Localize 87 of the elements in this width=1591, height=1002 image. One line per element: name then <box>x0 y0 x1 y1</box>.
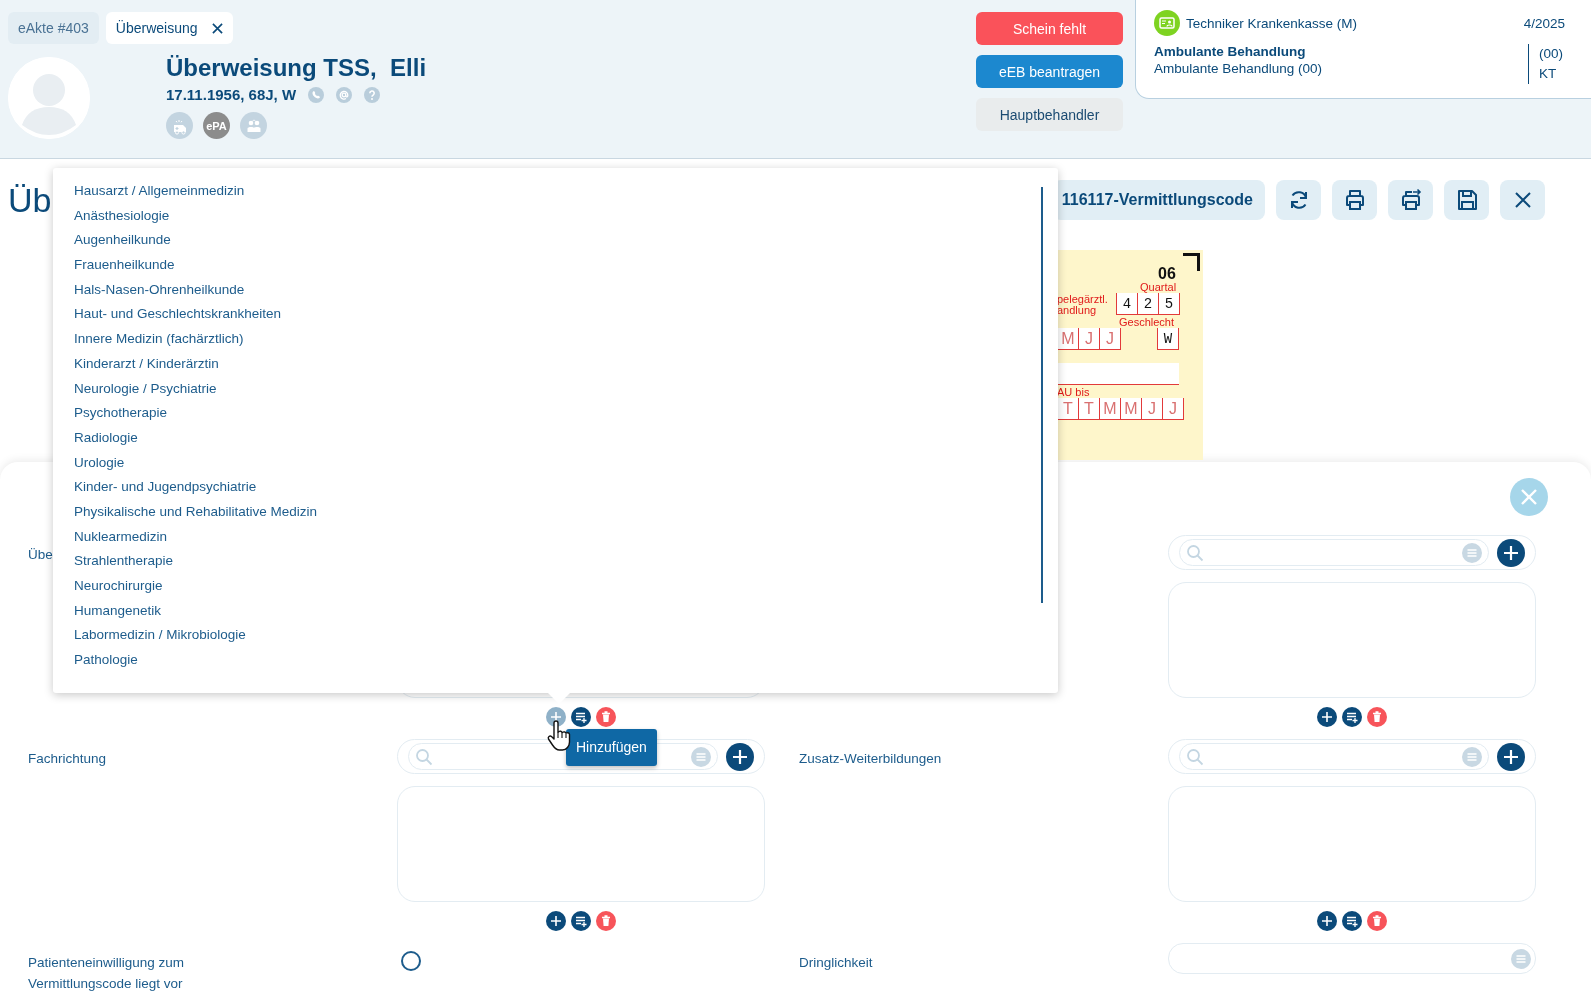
add-button[interactable] <box>1497 538 1525 567</box>
form-box: 4 <box>1116 293 1138 315</box>
dropdown-item[interactable]: Radiologie <box>74 425 144 451</box>
id-card-icon <box>1154 10 1180 36</box>
add-icon[interactable] <box>546 911 566 931</box>
code-text: KT <box>1539 65 1558 83</box>
field-label: Dringlichkeit <box>799 954 873 972</box>
form-box: M <box>1099 398 1121 420</box>
tooltip: Hinzufügen <box>566 729 657 766</box>
form-box: T <box>1057 398 1079 420</box>
form-label: Geschlecht <box>1119 316 1175 328</box>
treatment-title: Ambulante Behandlung <box>1154 44 1307 59</box>
dropdown-item[interactable]: Anästhesiologie <box>74 203 176 229</box>
add-button[interactable] <box>1497 742 1525 771</box>
dropdown-item[interactable]: Kinderarzt / Kinderärztin <box>74 351 225 377</box>
dropdown-item[interactable]: Humangenetik <box>74 598 168 624</box>
form-label: Quartal <box>1140 281 1177 293</box>
dropdown-item[interactable]: Hals-Nasen-Ohrenheilkunde <box>74 277 251 303</box>
form-label: andlung <box>1057 304 1097 316</box>
form-label: pelegärztl. <box>1057 293 1108 305</box>
page-title: Üb <box>8 180 52 220</box>
form-box: J <box>1078 328 1100 350</box>
add-icon[interactable] <box>1317 707 1337 727</box>
scrollbar[interactable] <box>1041 187 1043 603</box>
dropdown-item[interactable]: Kinder- und Jugendpsychiatrie <box>74 475 263 500</box>
select-field[interactable] <box>1168 943 1536 974</box>
form-box: M <box>1120 398 1142 420</box>
quarter-text: 4/2025 <box>1523 15 1565 31</box>
form-number: 06 <box>1158 265 1176 283</box>
form-box: W <box>1157 328 1179 350</box>
save-button[interactable] <box>1444 180 1489 220</box>
list-add-icon[interactable] <box>1342 911 1362 931</box>
print-button[interactable] <box>1332 180 1377 220</box>
radio-button[interactable] <box>401 951 421 971</box>
add-button[interactable] <box>726 742 754 771</box>
action-button[interactable]: Hauptbehandler <box>976 98 1123 131</box>
code-text: (00) <box>1539 45 1564 63</box>
tab[interactable]: Überweisung <box>105 12 233 44</box>
corner-mark <box>1183 253 1200 271</box>
list-add-icon[interactable] <box>571 911 591 931</box>
refresh-button[interactable] <box>1276 180 1321 220</box>
dropdown-item[interactable]: Hausarzt / Allgemeinmedizin <box>74 179 251 204</box>
form-label: AU bis <box>1057 386 1090 398</box>
dropdown-item[interactable]: Neurologie / Psychiatrie <box>74 376 223 402</box>
form-box: T <box>1078 398 1100 420</box>
dropdown-item[interactable]: Innere Medizin (fachärztlich) <box>74 327 250 352</box>
dropdown-item[interactable]: Nuklearmedizin <box>74 524 174 550</box>
form-box: J <box>1141 398 1163 420</box>
form-box: 5 <box>1158 293 1180 315</box>
search-icon <box>1186 543 1204 562</box>
field-label: Übe <box>28 546 53 564</box>
treatment-detail: Ambulante Behandlung (00) <box>1154 60 1323 78</box>
patient-details: 17.11.1956, 68J, W <box>166 86 297 103</box>
field-label: Zusatz-Weiterbildungen <box>799 750 942 768</box>
dropdown-item[interactable]: Psychotherapie <box>74 401 174 426</box>
dropdown-item[interactable]: Urologie <box>74 450 131 476</box>
close-icon[interactable] <box>211 22 223 34</box>
tab[interactable]: eAkte #403 <box>8 12 99 44</box>
trash-icon[interactable] <box>596 707 616 727</box>
dropdown-item[interactable]: Physikalische und Rehabilitative Medizin <box>74 499 324 525</box>
trash-icon[interactable] <box>596 911 616 931</box>
dropdown-item[interactable]: Augenheilkunde <box>74 228 177 254</box>
trash-icon[interactable] <box>1367 707 1387 727</box>
add-icon[interactable] <box>1317 911 1337 931</box>
dropdown-item[interactable]: Labormedizin / Mikrobiologie <box>74 623 252 649</box>
trash-icon[interactable] <box>1367 911 1387 931</box>
list-add-icon[interactable] <box>1342 707 1362 727</box>
field-label: Fachrichtung <box>28 750 107 768</box>
search-icon <box>1186 747 1204 766</box>
field-label: Patienteneinwilligung zum Vermittlungscode liegt vor <box>28 954 186 993</box>
close-button[interactable] <box>1500 180 1545 220</box>
form-box: M <box>1057 328 1079 350</box>
dropdown-item[interactable]: Neurochirurgie <box>74 574 169 599</box>
insurance-name: Techniker Krankenkasse (M) <box>1186 15 1358 31</box>
dropdown-item[interactable]: Haut- und Geschlechtskrankheiten <box>74 302 288 328</box>
hand-pointer-icon <box>546 720 572 752</box>
form-box: J <box>1099 328 1121 350</box>
printer-arrow-button[interactable] <box>1388 180 1433 220</box>
dropdown-item[interactable]: Frauenheilkunde <box>74 253 181 278</box>
dropdown-item[interactable]: Pathologie <box>74 648 144 673</box>
search-icon <box>415 747 433 766</box>
form-box: J <box>1162 398 1184 420</box>
form-box: 2 <box>1137 293 1159 315</box>
patient-name: Überweisung TSS, Elli <box>166 54 427 82</box>
dropdown-item[interactable]: Strahlentherapie <box>74 549 180 574</box>
action-button[interactable]: eEB beantragen <box>976 55 1123 88</box>
list-add-icon[interactable] <box>571 707 591 727</box>
